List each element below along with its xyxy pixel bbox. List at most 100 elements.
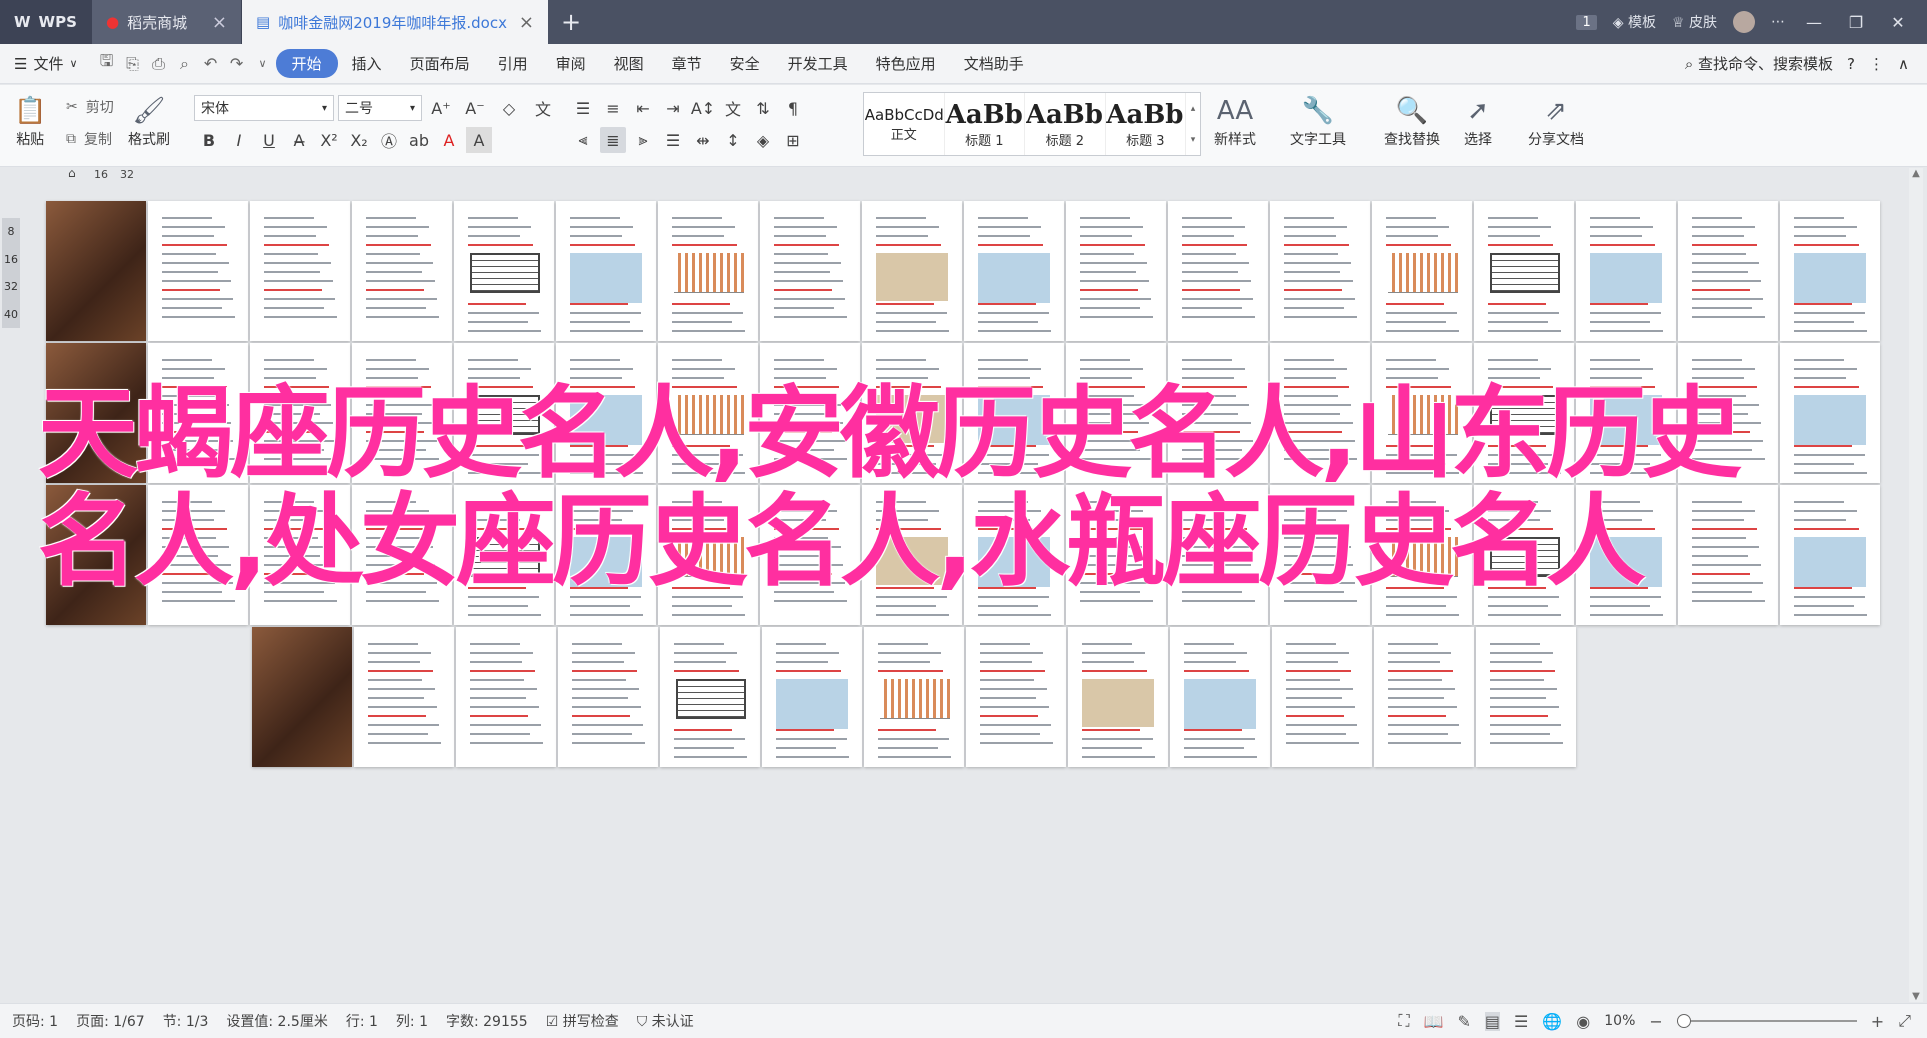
- collapse-ribbon-icon[interactable]: ∧: [1898, 55, 1909, 73]
- shading-icon[interactable]: ◈: [750, 127, 776, 153]
- auth-status[interactable]: ⛉ 未认证: [637, 1011, 694, 1031]
- page-thumbnail[interactable]: [1066, 201, 1166, 341]
- page-thumbnail[interactable]: [862, 201, 962, 341]
- superscript-icon[interactable]: X²: [316, 127, 342, 153]
- line-spacing-icon[interactable]: ↕: [720, 127, 746, 153]
- page-thumbnail[interactable]: [352, 201, 452, 341]
- page-thumbnail[interactable]: [354, 627, 454, 767]
- help-icon[interactable]: ?: [1847, 55, 1855, 73]
- align-left-icon[interactable]: ⫷: [570, 127, 596, 153]
- page-thumbnail[interactable]: [1068, 627, 1168, 767]
- web-view-icon[interactable]: 🌐: [1542, 1012, 1562, 1031]
- page-thumbnail[interactable]: [1780, 343, 1880, 483]
- fullscreen-icon[interactable]: ⛶: [1398, 1011, 1409, 1031]
- menu-doc-assistant[interactable]: 文档助手: [950, 49, 1038, 78]
- menu-references[interactable]: 引用: [484, 49, 542, 78]
- scroll-down-icon[interactable]: ▼: [1909, 991, 1923, 1002]
- window-count-badge[interactable]: 1: [1576, 14, 1597, 30]
- justify-icon[interactable]: ☰: [660, 127, 686, 153]
- style-gallery-scroll[interactable]: ▴ ▾: [1186, 93, 1200, 155]
- select-button[interactable]: ➚ 选择: [1464, 93, 1492, 149]
- menu-review[interactable]: 审阅: [542, 49, 600, 78]
- page-thumbnail[interactable]: [46, 201, 146, 341]
- menu-developer[interactable]: 开发工具: [774, 49, 862, 78]
- page-view-icon[interactable]: ▤: [1484, 1011, 1501, 1031]
- zoom-in-icon[interactable]: +: [1871, 1012, 1884, 1031]
- highlight-icon[interactable]: ab: [406, 127, 432, 153]
- share-document-button[interactable]: ⇗ 分享文档: [1528, 93, 1584, 149]
- close-icon[interactable]: ×: [519, 12, 534, 33]
- page-thumbnail[interactable]: [966, 627, 1066, 767]
- page-thumbnail[interactable]: [1678, 201, 1778, 341]
- style-heading-1[interactable]: AaBb 标题 1: [945, 93, 1026, 155]
- chinese-layout-icon[interactable]: 文: [720, 95, 746, 121]
- clear-format-icon[interactable]: ◇: [496, 95, 522, 121]
- style-normal[interactable]: AaBbCcDd 正文: [864, 93, 945, 155]
- menu-chapter[interactable]: 章节: [658, 49, 716, 78]
- page-thumbnail[interactable]: [658, 201, 758, 341]
- page-thumbnail[interactable]: [1372, 201, 1472, 341]
- write-mode-icon[interactable]: ✎: [1457, 1012, 1470, 1031]
- page-thumbnail[interactable]: [1272, 627, 1372, 767]
- find-replace-button[interactable]: 🔍 查找替换: [1384, 93, 1440, 149]
- status-page-number[interactable]: 页码: 1: [12, 1011, 58, 1031]
- print-icon[interactable]: ⎙: [146, 54, 172, 74]
- phonetic-icon[interactable]: 文: [530, 95, 556, 121]
- page-thumbnail[interactable]: [148, 201, 248, 341]
- page-thumbnail[interactable]: [556, 201, 656, 341]
- border-icon[interactable]: ⊞: [780, 127, 806, 153]
- page-thumbnail[interactable]: [964, 201, 1064, 341]
- bullet-list-icon[interactable]: ☰: [570, 95, 596, 121]
- wps-home-tab[interactable]: W WPS: [0, 0, 92, 44]
- numbered-list-icon[interactable]: ≡: [600, 95, 626, 121]
- bold-icon[interactable]: B: [196, 127, 222, 153]
- menu-security[interactable]: 安全: [716, 49, 774, 78]
- page-thumbnail[interactable]: [250, 201, 350, 341]
- format-painter-button[interactable]: 🖌 格式刷: [128, 93, 170, 149]
- restore-icon[interactable]: ❐: [1843, 13, 1869, 32]
- style-heading-3[interactable]: AaBbC 标题 3: [1106, 93, 1187, 155]
- page-thumbnail[interactable]: [252, 627, 352, 767]
- page-thumbnail[interactable]: [1374, 627, 1474, 767]
- paste-button[interactable]: 📋 粘贴: [14, 93, 46, 149]
- page-thumbnail[interactable]: [660, 627, 760, 767]
- outline-view-icon[interactable]: ☰: [1514, 1012, 1528, 1031]
- menu-view[interactable]: 视图: [600, 49, 658, 78]
- more-menu-icon[interactable]: ⋮: [1869, 55, 1884, 73]
- page-thumbnail[interactable]: [864, 627, 964, 767]
- page-thumbnail[interactable]: [1168, 201, 1268, 341]
- redo-icon[interactable]: ↷: [224, 54, 250, 73]
- underline-icon[interactable]: U: [256, 127, 282, 153]
- new-tab-button[interactable]: +: [548, 0, 594, 44]
- zoom-slider[interactable]: [1676, 1014, 1857, 1028]
- page-thumbnail[interactable]: [1476, 627, 1576, 767]
- font-name-select[interactable]: 宋体 ▾: [194, 95, 334, 121]
- grow-font-icon[interactable]: A⁺: [428, 95, 454, 121]
- shrink-font-icon[interactable]: A⁻: [462, 95, 488, 121]
- zoom-slider-knob[interactable]: [1676, 1014, 1691, 1028]
- decrease-indent-icon[interactable]: ⇤: [630, 95, 656, 121]
- distribute-icon[interactable]: ⇹: [690, 127, 716, 153]
- store-tab[interactable]: ● 稻壳商城 ×: [92, 0, 242, 44]
- more-icon[interactable]: ⋯: [1771, 14, 1785, 30]
- menu-insert[interactable]: 插入: [338, 49, 396, 78]
- subscript-icon[interactable]: X₂: [346, 127, 372, 153]
- font-size-select[interactable]: 二号 ▾: [338, 95, 422, 121]
- file-menu[interactable]: ☰ 文件 ∨: [14, 53, 78, 74]
- page-thumbnail[interactable]: [1170, 627, 1270, 767]
- status-word-count[interactable]: 字数: 29155: [446, 1011, 528, 1031]
- fit-page-icon[interactable]: ⤢: [1898, 1011, 1911, 1031]
- skin-button[interactable]: ♕ 皮肤: [1672, 12, 1717, 32]
- page-thumbnail[interactable]: [760, 201, 860, 341]
- command-search[interactable]: ⌕ 查找命令、搜索模板: [1685, 53, 1833, 74]
- strikethrough-icon[interactable]: A̶: [286, 127, 312, 153]
- menu-page-layout[interactable]: 页面布局: [396, 49, 484, 78]
- page-thumbnail[interactable]: [762, 627, 862, 767]
- status-pages[interactable]: 页面: 1/67: [76, 1011, 145, 1031]
- align-center-icon[interactable]: ≣: [600, 127, 626, 153]
- export-pdf-icon[interactable]: ⎘: [120, 54, 146, 74]
- page-thumbnail[interactable]: [1270, 201, 1370, 341]
- text-effect-icon[interactable]: Ⓐ: [376, 127, 402, 153]
- cut-button[interactable]: ✂ 剪切: [66, 97, 114, 117]
- page-thumbnail[interactable]: [558, 627, 658, 767]
